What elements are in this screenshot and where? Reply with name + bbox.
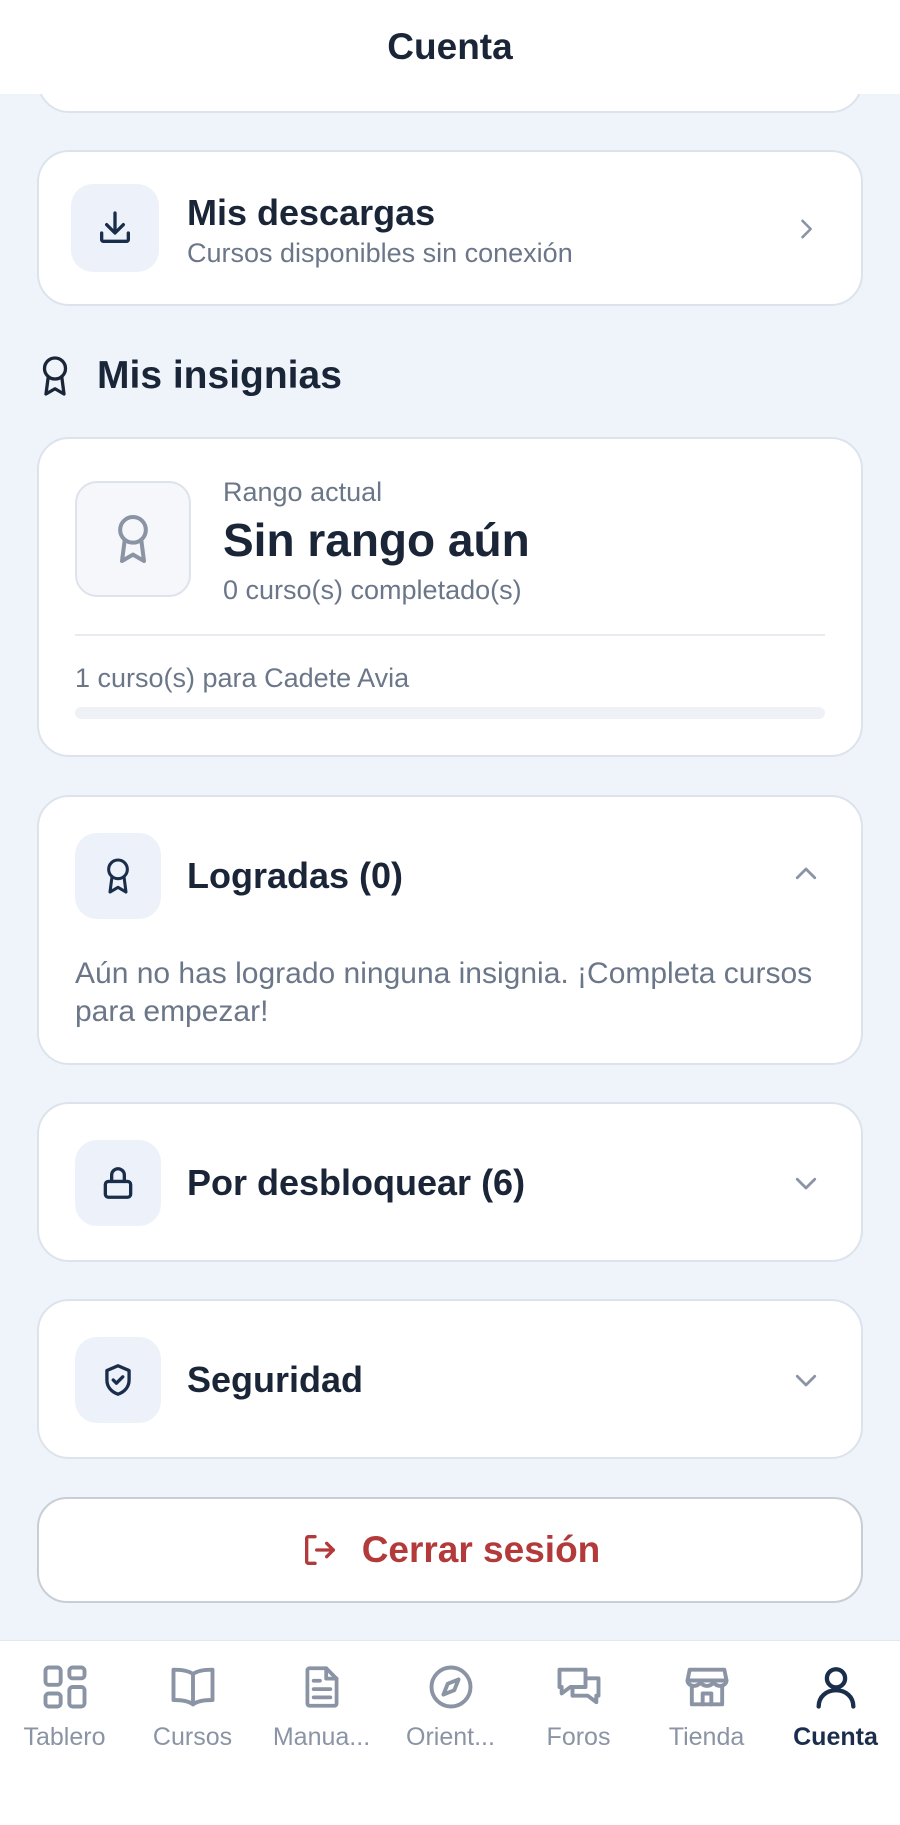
tab-label: Foros	[546, 1723, 611, 1751]
download-icon	[71, 184, 159, 272]
security-title: Seguridad	[187, 1359, 364, 1400]
locked-accordion[interactable]: Por desbloquear (6)	[37, 1102, 863, 1262]
rank-completed: 0 curso(s) completado(s)	[223, 575, 522, 605]
chevron-up-icon	[791, 859, 821, 889]
tab-label: Tienda	[668, 1723, 745, 1751]
divider	[75, 634, 825, 636]
award-icon	[42, 356, 68, 396]
lock-icon	[75, 1140, 161, 1226]
rank-next: 1 curso(s) para Cadete Avia	[75, 663, 410, 693]
tab-cuenta[interactable]: Cuenta	[771, 1655, 900, 1775]
logout-label: Cerrar sesión	[361, 1529, 601, 1570]
shield-check-icon	[75, 1337, 161, 1423]
locked-title: Por desbloquear (6)	[187, 1162, 526, 1203]
security-accordion[interactable]: Seguridad	[37, 1299, 863, 1459]
rank-badge-icon	[75, 481, 191, 597]
rank-caption: Rango actual	[223, 477, 383, 507]
tab-label: Tablero	[23, 1723, 106, 1751]
user-icon	[816, 1667, 855, 1709]
tab-foros[interactable]: Foros	[514, 1655, 643, 1775]
tab-tablero[interactable]: Tablero	[0, 1655, 129, 1775]
rank-name: Sin rango aún	[223, 514, 530, 566]
chevron-down-icon	[791, 1168, 821, 1198]
achieved-empty-message: Aún no has logrado ninguna insignia. ¡Co…	[75, 957, 813, 1028]
achieved-title: Logradas (0)	[187, 855, 404, 896]
achieved-accordion-header[interactable]: Logradas (0)	[39, 797, 861, 937]
rank-card: Rango actual Sin rango aún 0 curso(s) co…	[37, 437, 863, 757]
tab-cursos[interactable]: Cursos	[128, 1655, 257, 1775]
downloads-row[interactable]: Mis descargas Cursos disponibles sin con…	[37, 150, 863, 306]
tab-label: Manua...	[272, 1723, 371, 1751]
badges-heading-label: Mis insignias	[97, 354, 342, 397]
bottom-tab-bar: Tablero Cursos Manua... Orient... Foros …	[0, 1640, 900, 1825]
document-icon	[305, 1666, 338, 1708]
book-icon	[171, 1667, 214, 1707]
downloads-title: Mis descargas	[187, 192, 436, 233]
tab-label: Cursos	[152, 1723, 233, 1751]
chat-icon	[557, 1667, 600, 1705]
grid-icon	[43, 1665, 86, 1709]
logout-button[interactable]: Cerrar sesión	[37, 1497, 863, 1603]
tab-orientacion[interactable]: Orient...	[386, 1655, 515, 1775]
rank-progress-bar	[75, 707, 825, 719]
page-title: Cuenta	[387, 26, 513, 67]
award-icon	[75, 833, 161, 919]
logout-icon	[304, 1535, 335, 1565]
compass-icon	[429, 1665, 472, 1709]
chevron-right-icon	[791, 214, 821, 244]
badges-heading: Mis insignias	[37, 350, 342, 402]
downloads-subtitle: Cursos disponibles sin conexión	[187, 238, 573, 268]
tab-label: Cuenta	[793, 1723, 878, 1751]
tab-tienda[interactable]: Tienda	[642, 1655, 771, 1775]
tab-label: Orient...	[406, 1723, 495, 1751]
app-header: Cuenta	[0, 0, 900, 94]
chevron-down-icon	[791, 1365, 821, 1395]
store-icon	[685, 1667, 728, 1707]
tab-manuales[interactable]: Manua...	[257, 1655, 386, 1775]
achieved-accordion: Logradas (0) Aún no has logrado ninguna …	[37, 795, 863, 1065]
